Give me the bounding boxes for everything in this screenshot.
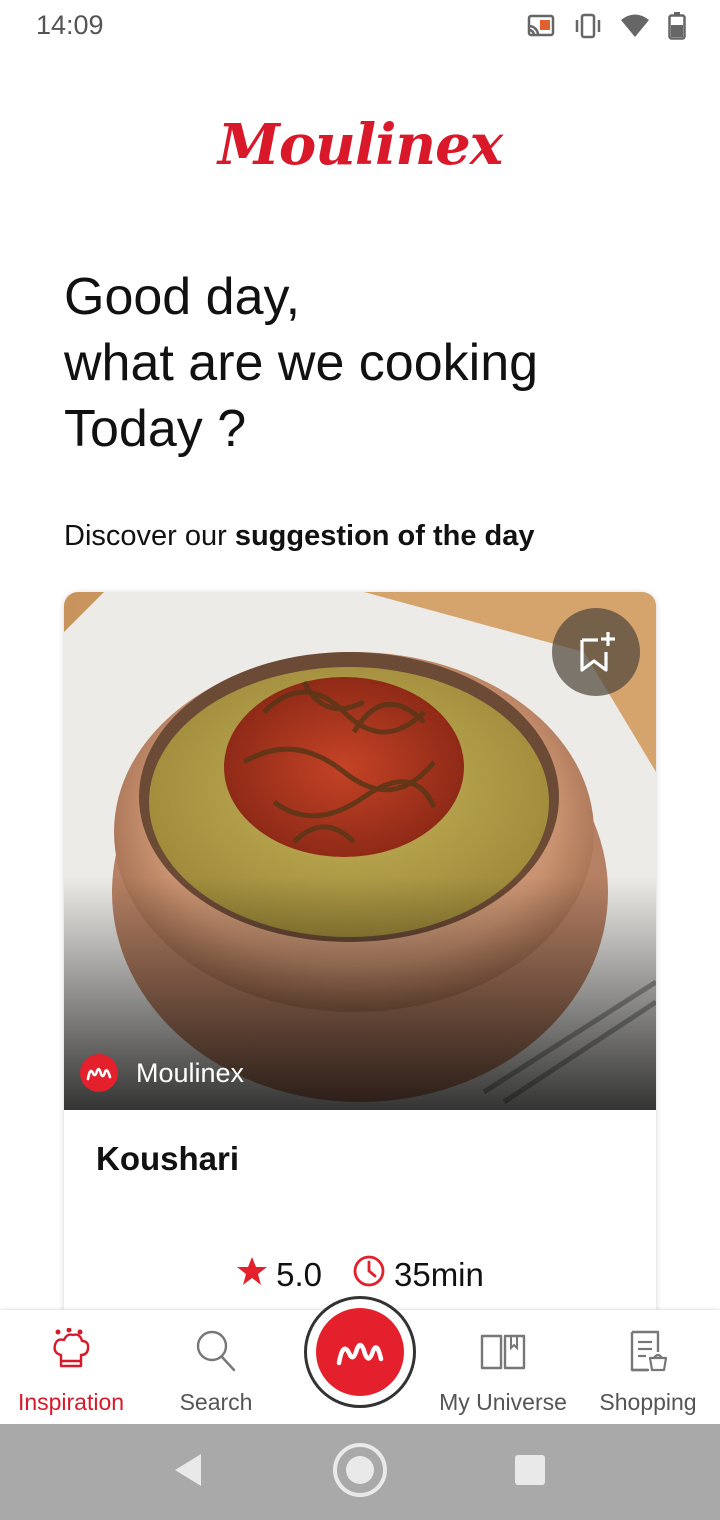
shopping-list-icon (626, 1328, 670, 1379)
book-icon (479, 1328, 527, 1379)
greeting-heading: Good day, what are we cooking Today ? (64, 264, 684, 462)
moulinex-badge-icon (80, 1054, 118, 1092)
discover-prefix: Discover our (64, 520, 235, 552)
discover-text: Discover our suggestion of the day (64, 520, 535, 553)
bookmark-add-icon (576, 630, 616, 674)
nav-label-search: Search (179, 1389, 253, 1415)
vibrate-icon (574, 13, 602, 44)
logo-text: Moulinex (217, 112, 503, 178)
greeting-line-2: what are we cooking (64, 334, 539, 392)
status-bar: 14:09 (0, 0, 720, 54)
system-navigation-bar (0, 1424, 720, 1520)
recipe-meta: 5.0 35min (64, 1254, 656, 1296)
greeting-line-3: Today ? (64, 400, 247, 458)
recents-button[interactable] (500, 1442, 560, 1502)
nav-label-shopping: Shopping (599, 1389, 697, 1415)
nav-item-search[interactable]: Search (176, 1328, 256, 1416)
status-time: 14:09 (36, 10, 104, 40)
back-icon (171, 1452, 205, 1493)
recipe-image[interactable]: Moulinex (64, 592, 656, 1110)
home-button[interactable] (330, 1442, 390, 1502)
home-icon (332, 1442, 388, 1503)
recipe-duration: 35min (352, 1254, 484, 1296)
bookmark-button[interactable] (552, 608, 640, 696)
battery-icon (668, 12, 686, 45)
wifi-icon (620, 13, 650, 44)
back-button[interactable] (158, 1442, 218, 1502)
author-name: Moulinex (136, 1057, 245, 1088)
bottom-navigation: Inspiration Search My Universe Shopping (0, 1296, 720, 1424)
duration-value: 35min (393, 1256, 484, 1293)
nav-item-my-universe[interactable]: My Universe (436, 1328, 570, 1416)
recipe-rating: 5.0 (236, 1256, 322, 1294)
status-icons (526, 12, 686, 45)
discover-emphasis: suggestion of the day (234, 520, 535, 552)
search-icon (194, 1328, 238, 1379)
nav-label-my-universe: My Universe (439, 1389, 567, 1415)
star-icon (236, 1256, 268, 1294)
greeting-line-1: Good day, (64, 268, 301, 326)
brand-logo: Moulinex (0, 112, 720, 178)
moulinex-logo-icon (316, 1308, 404, 1396)
recipe-title[interactable]: Koushari (96, 1140, 239, 1178)
cast-icon (526, 13, 556, 44)
suggestion-card[interactable]: Moulinex Koushari 5.0 35min (64, 592, 656, 1352)
rating-value: 5.0 (276, 1256, 322, 1293)
nav-item-inspiration[interactable]: Inspiration (14, 1327, 128, 1416)
chef-hat-icon (49, 1327, 93, 1379)
clock-icon (352, 1254, 386, 1296)
nav-label-inspiration: Inspiration (17, 1389, 125, 1415)
nav-item-shopping[interactable]: Shopping (596, 1328, 700, 1416)
recents-icon (514, 1454, 546, 1491)
center-moulinex-button[interactable] (304, 1296, 416, 1408)
recipe-author: Moulinex (80, 1054, 244, 1092)
